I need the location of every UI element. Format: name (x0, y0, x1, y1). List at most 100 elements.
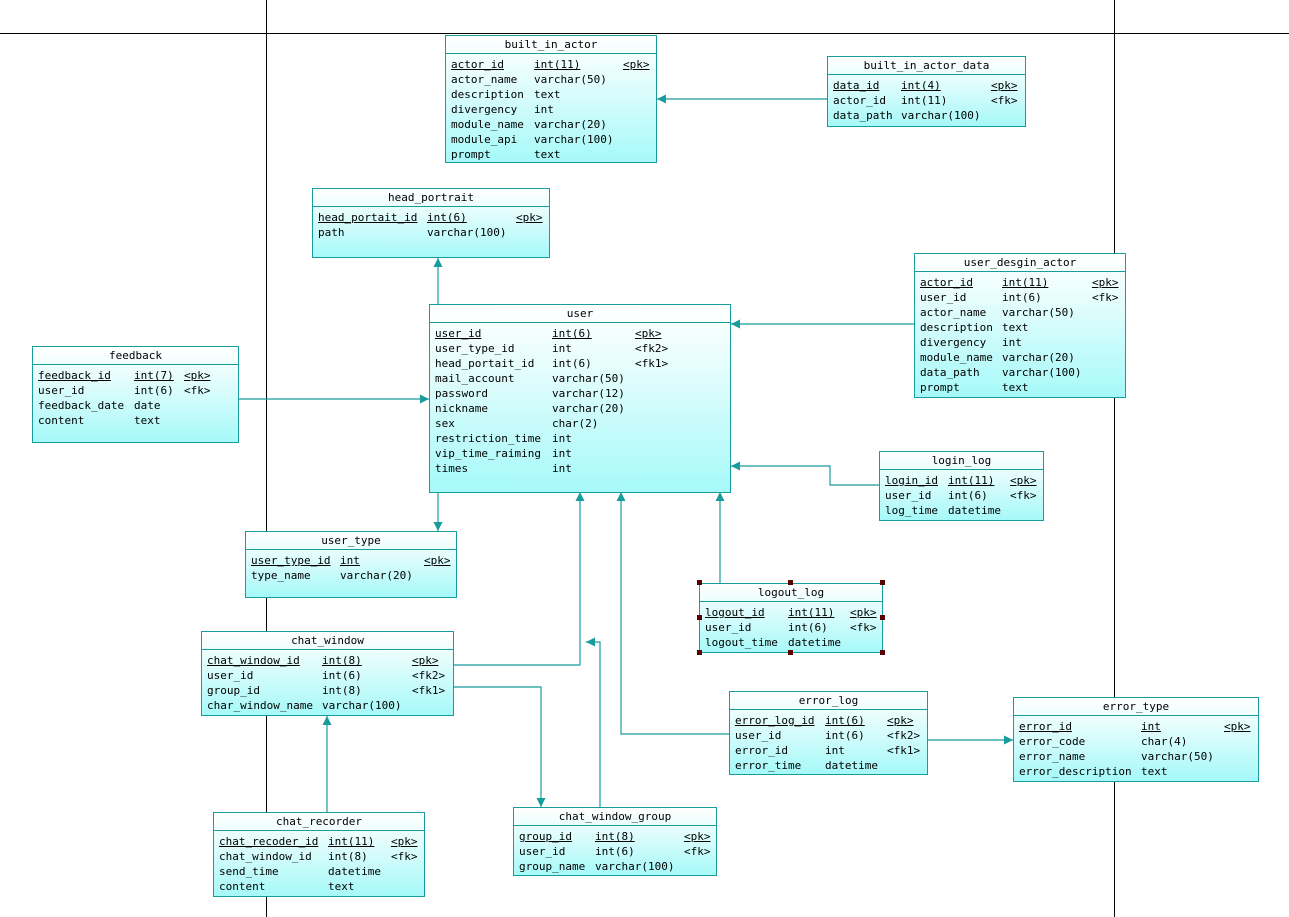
column-name: error_time (735, 759, 802, 772)
column-key: <fk> (184, 384, 211, 397)
column-type: varchar(50) (1002, 306, 1075, 319)
rel-login_log-user[interactable] (731, 461, 879, 486)
entity-user_desgin_actor[interactable]: user_desgin_actor actor_id int(11) <pk> us… (914, 253, 1126, 398)
column-name: actor_id (833, 94, 886, 107)
column-type: int(8) (322, 684, 362, 697)
selection-handle[interactable] (788, 580, 793, 585)
column-type: int(11) (1002, 276, 1049, 289)
column-type: varchar(20) (534, 118, 607, 131)
column-type: int (552, 432, 572, 445)
column-type: int(11) (948, 474, 995, 487)
column-key: <fk2> (635, 342, 669, 355)
column-type: int(8) (328, 850, 368, 863)
column-name: module_name (451, 118, 524, 131)
column-type: int(8) (595, 830, 635, 843)
rel-chat_window_group-user[interactable] (586, 637, 601, 807)
entity-error_type[interactable]: error_type error_id int <pk> error_code cha… (1013, 697, 1259, 782)
column-name: divergency (920, 336, 987, 349)
column-name: char_window_name (207, 699, 313, 712)
column-type: int (534, 103, 554, 116)
entity-logout_log[interactable]: logout_log logout_id int(11) <pk> user_id i… (699, 583, 883, 653)
column-name: content (38, 414, 85, 427)
column-key: <pk> (887, 714, 914, 727)
entity-chat_window_group[interactable]: chat_window_group group_id int(8) <pk> use… (513, 807, 717, 876)
column-type: text (328, 880, 355, 893)
entity-built_in_actor_data[interactable]: built_in_actor_data data_id int(4) <pk> ac… (827, 56, 1026, 127)
column-name: data_path (920, 366, 980, 379)
column-name: group_id (519, 830, 572, 843)
column-type: int(11) (788, 606, 835, 619)
selection-handle[interactable] (697, 650, 702, 655)
selection-handle[interactable] (880, 580, 885, 585)
column-type: int (825, 744, 845, 757)
column-type: int (552, 462, 572, 475)
column-type: varchar(100) (427, 226, 507, 239)
column-name: description (920, 321, 993, 334)
column-type: text (1002, 381, 1029, 394)
column-type: int(7) (134, 369, 174, 382)
column-name: password (435, 387, 488, 400)
column-key: <pk> (516, 211, 543, 224)
column-name: error_description (1019, 765, 1132, 778)
selection-handle[interactable] (697, 580, 702, 585)
column-name: prompt (451, 148, 491, 161)
column-type: int(6) (1002, 291, 1042, 304)
selection-handle[interactable] (880, 650, 885, 655)
rel-chat_window-user[interactable] (454, 492, 585, 666)
entity-title: chat_window_group (514, 808, 716, 826)
column-key: <pk> (424, 554, 451, 567)
entity-title: feedback (33, 347, 238, 365)
entity-error_log[interactable]: error_log error_log_id int(6) <pk> user_id… (729, 691, 928, 775)
column-name: head_portait_id (318, 211, 418, 224)
column-type: int(6) (788, 621, 828, 634)
column-key: <fk1> (635, 357, 669, 370)
column-name: chat_window_id (207, 654, 300, 667)
selection-handle[interactable] (697, 615, 702, 620)
column-name: login_id (885, 474, 938, 487)
column-type: varchar(20) (340, 569, 413, 582)
column-type: text (134, 414, 161, 427)
entity-login_log[interactable]: login_log login_id int(11) <pk> user_id int… (879, 451, 1044, 521)
column-type: int (552, 447, 572, 460)
column-type: text (534, 148, 561, 161)
column-key: <fk1> (887, 744, 921, 757)
column-type: int(6) (948, 489, 988, 502)
column-name: module_name (920, 351, 993, 364)
column-type: text (534, 88, 561, 101)
entity-chat_recorder[interactable]: chat_recorder chat_recoder_id int(11) <pk>… (213, 812, 425, 897)
column-name: feedback_date (38, 399, 125, 412)
column-name: user_id (519, 845, 566, 858)
column-key: <pk> (412, 654, 439, 667)
column-key: <pk> (635, 327, 662, 340)
entity-user[interactable]: user user_id int(6) <pk> user_type_id int <f… (429, 304, 731, 493)
selection-handle[interactable] (880, 615, 885, 620)
entity-feedback[interactable]: feedback feedback_id int(7) <pk> user_id in… (32, 346, 239, 443)
column-key: <pk> (184, 369, 211, 382)
entity-title: error_type (1014, 698, 1258, 716)
column-key: <fk> (850, 621, 877, 634)
entity-user_type[interactable]: user_type user_type_id int <pk> type_name v… (245, 531, 457, 598)
column-type: int(6) (595, 845, 635, 858)
column-type: datetime (788, 636, 841, 649)
column-name: user_id (207, 669, 254, 682)
column-name: error_id (1019, 720, 1072, 733)
entity-chat_window[interactable]: chat_window chat_window_id int(8) <pk> use… (201, 631, 454, 716)
column-type: varchar(100) (901, 109, 981, 122)
column-key: <pk> (850, 606, 877, 619)
column-name: mail_account (435, 372, 515, 385)
entity-built_in_actor[interactable]: built_in_actor actor_id int(11) <pk> actor… (445, 35, 657, 163)
column-type: varchar(20) (1002, 351, 1075, 364)
column-type: varchar(50) (1141, 750, 1214, 763)
entity-head_portrait[interactable]: head_portrait head_portait_id int(6) <pk> … (312, 188, 550, 258)
column-name: chat_window_id (219, 850, 312, 863)
column-key: <pk> (1092, 276, 1119, 289)
column-name: group_id (207, 684, 260, 697)
selection-handle[interactable] (788, 650, 793, 655)
rel-chat_window-chat_window_group[interactable] (454, 686, 546, 807)
entity-title: built_in_actor_data (828, 57, 1025, 75)
column-type: int (552, 342, 572, 355)
column-key: <pk> (991, 79, 1018, 92)
column-name: content (219, 880, 266, 893)
column-key: <pk> (391, 835, 418, 848)
column-type: int(6) (552, 327, 592, 340)
